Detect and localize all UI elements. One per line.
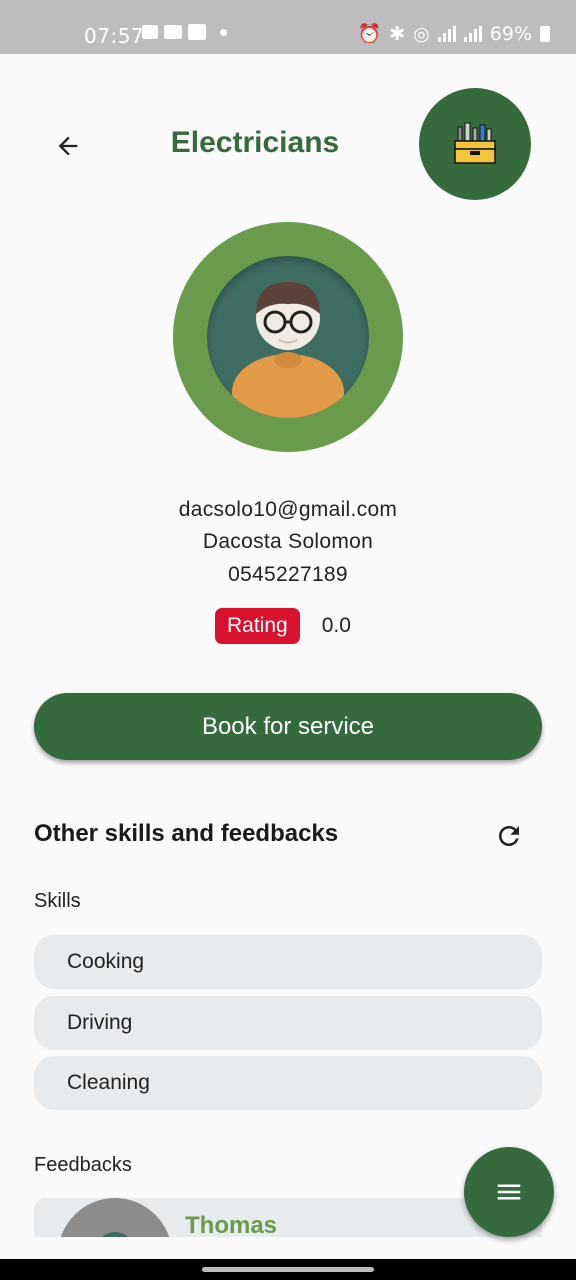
- feedback-author-name: Thomas: [185, 1212, 278, 1237]
- rating-value: 0.0: [321, 614, 351, 637]
- more-notifications-icon: [220, 28, 227, 36]
- person-icon: [95, 1232, 135, 1237]
- home-gesture-handle[interactable]: [202, 1267, 374, 1272]
- system-nav-bar: [0, 1259, 576, 1280]
- status-bar: 07:57 ⏰ ✱ ◎ 69%: [0, 0, 576, 54]
- refresh-button[interactable]: [494, 821, 524, 851]
- toolbox-icon: [454, 122, 496, 164]
- hamburger-menu-icon: [497, 1184, 521, 1200]
- skill-item[interactable]: Cleaning: [34, 1056, 542, 1110]
- skills-label: Skills: [34, 890, 81, 912]
- status-notification-icons: [142, 24, 227, 40]
- feedbacks-label: Feedbacks: [34, 1154, 132, 1176]
- status-time: 07:57: [84, 24, 145, 48]
- rating-row: Rating 0.0: [215, 608, 351, 644]
- battery-level: 69%: [489, 22, 532, 45]
- hotspot-icon: ◎: [413, 22, 430, 45]
- refresh-icon: [499, 826, 519, 846]
- folder-icon: [164, 25, 182, 39]
- toolbox-button[interactable]: [419, 88, 531, 200]
- profile-name: Dacosta Solomon: [202, 530, 374, 553]
- profile-email: dacsolo10@gmail.com: [178, 498, 398, 521]
- skill-item[interactable]: Driving: [34, 996, 542, 1050]
- sim-icon: [188, 24, 206, 40]
- rating-badge: Rating: [215, 608, 300, 644]
- bluetooth-icon: ✱: [389, 22, 406, 45]
- profile-phone: 0545227189: [228, 563, 348, 586]
- section-title: Other skills and feedbacks: [34, 820, 339, 847]
- avatar-illustration: [207, 256, 369, 418]
- alarm-icon: ⏰: [357, 23, 382, 45]
- skill-item[interactable]: Cooking: [34, 935, 542, 989]
- signal-icon: [437, 25, 456, 42]
- battery-icon: [540, 25, 550, 42]
- profile-avatar: [173, 222, 403, 452]
- menu-fab-button[interactable]: [464, 1147, 554, 1237]
- person-icon: [232, 282, 344, 418]
- book-for-service-button[interactable]: Book for service: [34, 693, 542, 760]
- feedback-avatar: [58, 1198, 172, 1237]
- signal-4g-icon: [463, 25, 482, 42]
- gallery-icon: [142, 25, 158, 39]
- status-system-icons: ⏰ ✱ ◎ 69%: [358, 22, 550, 45]
